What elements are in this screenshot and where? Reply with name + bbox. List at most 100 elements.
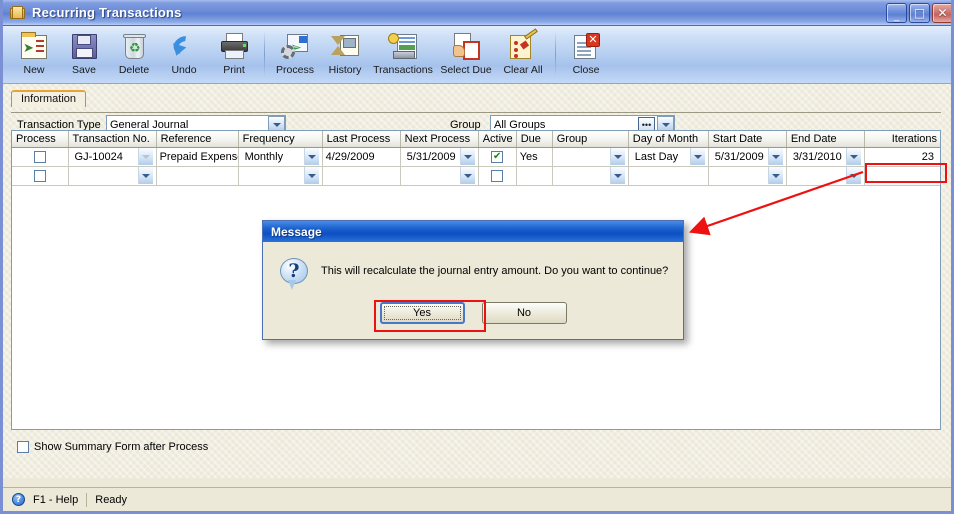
chevron-down-icon[interactable] — [689, 148, 705, 165]
show-summary-label: Show Summary Form after Process — [34, 441, 209, 453]
chevron-down-icon[interactable] — [459, 167, 475, 184]
cell-end-date[interactable] — [786, 166, 865, 186]
toolbar-label-close: Close — [572, 64, 600, 76]
undo-arrow-icon — [168, 31, 200, 62]
chevron-down-icon[interactable] — [609, 148, 625, 165]
chevron-down-icon[interactable] — [303, 148, 319, 165]
col-header-due[interactable]: Due — [516, 131, 553, 148]
toolbar-button-process[interactable]: ➢ Process — [270, 29, 320, 83]
col-header-next-process[interactable]: Next Process — [400, 131, 479, 148]
printer-icon — [218, 31, 250, 62]
no-button[interactable]: No — [481, 302, 567, 324]
col-header-iterations[interactable]: Iterations — [864, 131, 940, 148]
cell-group[interactable] — [552, 147, 629, 167]
table-row[interactable]: GJ-10024 Prepaid Expense Monthly 4/29/20… — [12, 147, 940, 167]
process-checkbox[interactable] — [33, 169, 46, 182]
toolbar-button-select-due[interactable]: Select Due — [436, 29, 496, 83]
toolbar-label-transactions: Transactions — [373, 64, 433, 76]
chevron-down-icon[interactable] — [137, 148, 153, 165]
chevron-down-icon[interactable] — [767, 167, 783, 184]
col-header-transaction[interactable]: Transaction No. — [68, 131, 157, 148]
maximize-icon: □ — [913, 6, 926, 20]
window-title: Recurring Transactions — [32, 5, 182, 20]
status-bar: ? F1 - Help Ready — [3, 487, 951, 511]
close-button[interactable]: ✕ — [932, 3, 951, 23]
col-header-end-date[interactable]: End Date — [786, 131, 865, 148]
cell-process[interactable] — [12, 147, 69, 167]
toolbar-button-undo[interactable]: Undo — [159, 29, 209, 83]
cell-end-date[interactable]: 3/31/2010 — [786, 147, 865, 167]
tab-strip: Information — [11, 90, 941, 113]
col-header-start-date[interactable]: Start Date — [708, 131, 787, 148]
clipboard-brush-icon — [507, 28, 539, 62]
minimize-button[interactable]: _ — [886, 3, 907, 23]
chevron-down-icon[interactable] — [609, 167, 625, 184]
next-process-value: 5/31/2009 — [406, 150, 456, 163]
cell-start-date[interactable]: 5/31/2009 — [708, 147, 787, 167]
col-header-process[interactable]: Process — [12, 131, 69, 148]
cell-last-process: 4/29/2009 — [322, 147, 401, 167]
status-separator — [86, 492, 88, 507]
toolbar-button-clear-all[interactable]: Clear All — [496, 28, 550, 83]
col-header-last-process[interactable]: Last Process — [322, 131, 401, 148]
cell-iterations[interactable]: 23 — [864, 147, 940, 167]
chevron-down-icon[interactable] — [303, 167, 319, 184]
toolbar-label-select-due: Select Due — [440, 64, 492, 76]
toolbar-label-delete: Delete — [118, 64, 150, 76]
cell-active[interactable] — [478, 166, 517, 186]
grid-table: Process Transaction No. Reference Freque… — [12, 131, 940, 186]
toolbar-button-delete[interactable]: ♻ Delete — [109, 29, 159, 83]
cell-transaction-no[interactable] — [68, 166, 157, 186]
toolbar-button-new[interactable]: ➤ New — [9, 29, 59, 83]
toolbar-button-save[interactable]: Save — [59, 29, 109, 83]
cell-iterations[interactable] — [864, 166, 940, 186]
cell-frequency[interactable] — [238, 166, 323, 186]
cell-due — [516, 166, 553, 186]
cell-next-process[interactable]: 5/31/2009 — [400, 147, 479, 167]
toolbar-button-close[interactable]: ✕ Close — [561, 29, 611, 83]
show-summary-checkbox-row[interactable]: Show Summary Form after Process — [17, 441, 208, 453]
cell-start-date[interactable] — [708, 166, 787, 186]
chevron-down-icon[interactable] — [845, 167, 861, 184]
chevron-down-icon[interactable] — [459, 148, 475, 165]
cell-reference[interactable] — [156, 166, 239, 186]
maximize-button[interactable]: □ — [909, 3, 930, 23]
start-date-value: 5/31/2009 — [714, 150, 764, 163]
col-header-group[interactable]: Group — [552, 131, 629, 148]
chevron-down-icon[interactable] — [137, 167, 153, 184]
cell-transaction-no[interactable]: GJ-10024 — [68, 147, 157, 167]
col-header-frequency[interactable]: Frequency — [238, 131, 323, 148]
cell-next-process[interactable] — [400, 166, 479, 186]
toolbar-button-history[interactable]: History — [320, 29, 370, 83]
cell-process[interactable] — [12, 166, 69, 186]
cell-day-of-month[interactable] — [628, 166, 709, 186]
dialog-title-bar: Message — [263, 221, 683, 242]
cell-last-process — [322, 166, 401, 186]
chevron-down-icon[interactable] — [845, 148, 861, 165]
toolbar-button-transactions[interactable]: Transactions — [370, 29, 436, 83]
cell-frequency[interactable]: Monthly — [238, 147, 323, 167]
toolbar-separator — [264, 31, 265, 77]
process-checkbox[interactable] — [33, 150, 46, 163]
active-checkbox[interactable] — [491, 169, 504, 182]
cell-active[interactable] — [478, 147, 517, 167]
chevron-down-icon[interactable] — [767, 148, 783, 165]
col-header-day-of-month[interactable]: Day of Month — [628, 131, 709, 148]
cell-day-of-month[interactable]: Last Day — [628, 147, 709, 167]
iterations-value: 23 — [921, 150, 934, 163]
col-header-reference[interactable]: Reference — [156, 131, 239, 148]
show-summary-checkbox[interactable] — [17, 441, 29, 453]
cell-reference[interactable]: Prepaid Expense — [156, 147, 239, 167]
floppy-disk-icon — [68, 31, 100, 62]
toolbar-button-print[interactable]: Print — [209, 29, 259, 83]
active-checkbox[interactable] — [491, 150, 504, 163]
cash-register-icon — [387, 31, 419, 62]
tab-information[interactable]: Information — [11, 90, 87, 107]
hand-select-icon — [450, 31, 482, 62]
table-row[interactable] — [12, 166, 940, 186]
col-header-active[interactable]: Active — [478, 131, 517, 148]
cell-group[interactable] — [552, 166, 629, 186]
hourglass-history-icon — [329, 31, 361, 62]
status-help-label[interactable]: F1 - Help — [33, 494, 78, 506]
yes-button[interactable]: Yes — [379, 302, 465, 324]
